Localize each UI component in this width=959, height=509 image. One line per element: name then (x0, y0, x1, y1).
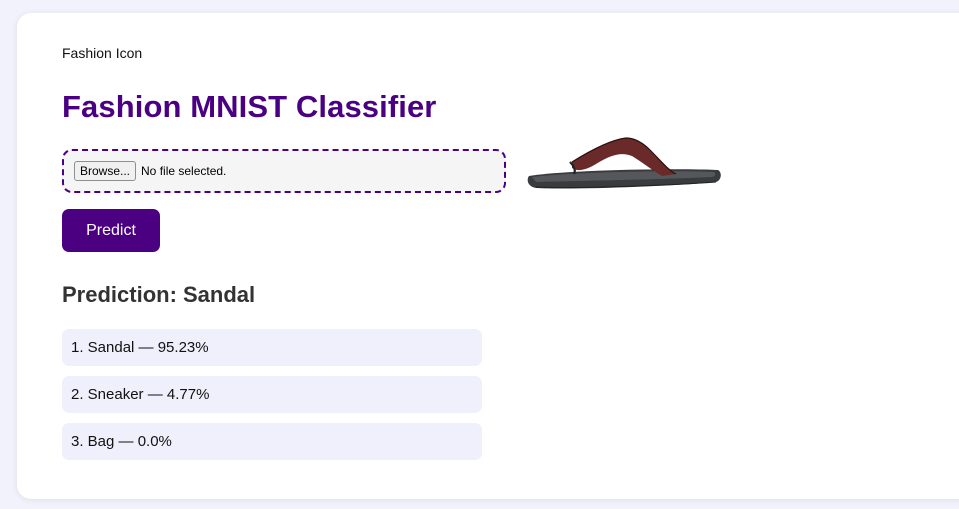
browse-button[interactable]: Browse... (74, 161, 137, 181)
page-title: Fashion MNIST Classifier (62, 89, 437, 124)
file-status-text: No file selected. (141, 164, 227, 178)
result-item: 1. Sandal — 95.23% (62, 329, 482, 366)
prediction-heading: Prediction: Sandal (62, 282, 256, 307)
result-item: 2. Sneaker — 4.77% (62, 376, 482, 413)
sandal-preview-image (527, 137, 721, 189)
file-upload-area[interactable]: Browse... No file selected. (62, 149, 506, 193)
result-item: 3. Bag — 0.0% (62, 423, 482, 460)
predict-button[interactable]: Predict (62, 209, 160, 252)
prediction-results-list: 1. Sandal — 95.23% 2. Sneaker — 4.77% 3.… (62, 329, 482, 470)
brand-label: Fashion Icon (62, 45, 143, 61)
